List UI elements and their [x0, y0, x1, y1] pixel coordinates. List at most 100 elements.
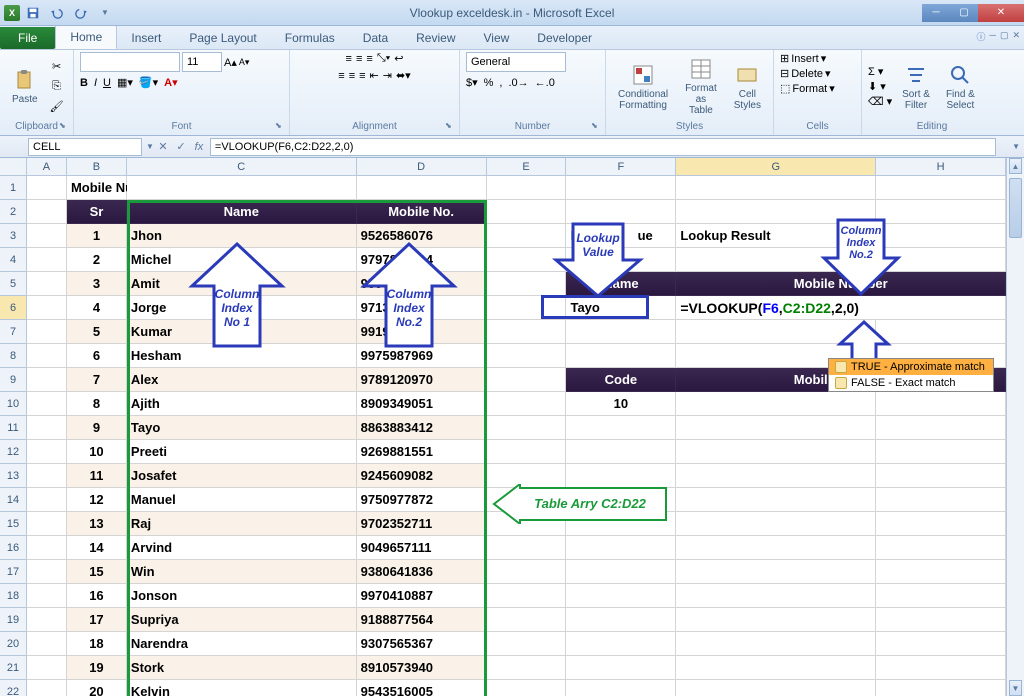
align-left-icon[interactable]: ≡ — [338, 70, 344, 82]
cell[interactable] — [876, 512, 1006, 536]
cell[interactable] — [27, 488, 67, 512]
cell[interactable] — [876, 608, 1006, 632]
cancel-formula-button[interactable]: ✕ — [154, 138, 172, 156]
table-cell-sr[interactable]: 10 — [67, 440, 127, 464]
table-cell-sr[interactable]: 7 — [67, 368, 127, 392]
cell[interactable] — [487, 632, 567, 656]
dialog-launcher[interactable]: ⬊ — [445, 121, 457, 133]
table-cell-name[interactable]: Narendra — [127, 632, 357, 656]
cell[interactable] — [487, 224, 567, 248]
table-cell-name[interactable]: Kelvin — [127, 680, 357, 696]
cell[interactable] — [566, 632, 676, 656]
orientation-icon[interactable]: ⤡▾ — [377, 52, 390, 65]
cell[interactable] — [566, 320, 676, 344]
cell[interactable] — [487, 392, 567, 416]
table-cell-sr[interactable]: 4 — [67, 296, 127, 320]
enter-formula-button[interactable]: ✓ — [172, 138, 190, 156]
cell[interactable] — [876, 488, 1006, 512]
tab-page-layout[interactable]: Page Layout — [175, 27, 270, 49]
col-header[interactable]: B — [67, 158, 127, 176]
row-header[interactable]: 14 — [0, 488, 27, 512]
row-header[interactable]: 19 — [0, 608, 27, 632]
col-header[interactable]: H — [876, 158, 1006, 176]
table-cell-name[interactable]: Arvind — [127, 536, 357, 560]
cell[interactable] — [566, 176, 676, 200]
wrap-text-icon[interactable]: ↩ — [394, 52, 403, 65]
table-cell-mobile[interactable]: 9750977872 — [357, 488, 487, 512]
dialog-launcher[interactable]: ⬊ — [275, 121, 287, 133]
row-header[interactable]: 18 — [0, 584, 27, 608]
table-cell-sr[interactable]: 2 — [67, 248, 127, 272]
fill-color-icon[interactable]: 🪣▾ — [139, 76, 158, 89]
cell[interactable] — [876, 392, 1006, 416]
cell[interactable] — [876, 416, 1006, 440]
cell[interactable] — [487, 368, 567, 392]
table-cell-name[interactable]: Jonson — [127, 584, 357, 608]
cell[interactable] — [487, 656, 567, 680]
cell[interactable] — [487, 176, 567, 200]
cell[interactable] — [676, 608, 876, 632]
table-cell-name[interactable]: Michel — [127, 248, 357, 272]
table-cell-mobile[interactable]: 9049657111 — [357, 536, 487, 560]
cell[interactable] — [27, 200, 67, 224]
tab-data[interactable]: Data — [349, 27, 402, 49]
align-center-icon[interactable]: ≡ — [349, 70, 355, 82]
table-cell-name[interactable]: Kumar — [127, 320, 357, 344]
col-header[interactable]: G — [676, 158, 876, 176]
right-header[interactable]: Mobile Number — [676, 272, 1006, 296]
cell[interactable] — [566, 680, 676, 696]
cell[interactable] — [566, 248, 676, 272]
table-cell-sr[interactable]: 1 — [67, 224, 127, 248]
tab-home[interactable]: Home — [55, 25, 117, 49]
cell[interactable] — [676, 632, 876, 656]
cell[interactable] — [27, 176, 67, 200]
merge-center-icon[interactable]: ⬌▾ — [396, 69, 411, 82]
cell[interactable] — [487, 296, 567, 320]
cell[interactable] — [566, 584, 676, 608]
sort-filter-button[interactable]: Sort & Filter — [896, 61, 936, 113]
wb-minimize[interactable]: ─ — [990, 30, 996, 43]
cell[interactable] — [676, 200, 876, 224]
percent-icon[interactable]: % — [484, 77, 494, 89]
comma-icon[interactable]: , — [499, 77, 502, 89]
table-cell-mobile[interactable]: 8910573940 — [357, 656, 487, 680]
namebox-dropdown[interactable]: ▼ — [146, 142, 154, 151]
table-cell-mobile[interactable]: 8863883412 — [357, 416, 487, 440]
table-cell-mobile[interactable]: 9188877564 — [357, 608, 487, 632]
row-header[interactable]: 22 — [0, 680, 27, 696]
row-header[interactable]: 3 — [0, 224, 27, 248]
scroll-thumb[interactable] — [1009, 178, 1022, 238]
cell[interactable] — [566, 536, 676, 560]
vertical-scrollbar[interactable]: ▲ ▼ — [1006, 158, 1024, 696]
cell[interactable] — [876, 560, 1006, 584]
cell[interactable] — [487, 536, 567, 560]
cell-styles-button[interactable]: Cell Styles — [728, 61, 767, 113]
table-cell-sr[interactable]: 20 — [67, 680, 127, 696]
scroll-up-icon[interactable]: ▲ — [1009, 158, 1022, 174]
row-header[interactable]: 12 — [0, 440, 27, 464]
table-cell-mobile[interactable]: 9595405330 — [357, 272, 487, 296]
label-lookup-value[interactable]: Look ue — [566, 224, 676, 248]
table-cell-sr[interactable]: 3 — [67, 272, 127, 296]
cell[interactable] — [566, 656, 676, 680]
cell[interactable] — [876, 536, 1006, 560]
table-cell-mobile[interactable]: 8909349051 — [357, 392, 487, 416]
table-cell-mobile[interactable]: 9702352711 — [357, 512, 487, 536]
table-cell-sr[interactable]: 15 — [67, 560, 127, 584]
table-cell-sr[interactable]: 12 — [67, 488, 127, 512]
table-cell-name[interactable]: Ajith — [127, 392, 357, 416]
code-cell[interactable]: 10 — [566, 392, 676, 416]
title-cell[interactable]: Mobile Number List — [67, 176, 127, 200]
row-header[interactable]: 5 — [0, 272, 27, 296]
table-header[interactable]: Mobile No. — [357, 200, 487, 224]
table-cell-mobile[interactable]: 9307565367 — [357, 632, 487, 656]
copy-icon[interactable]: ⎘ — [48, 78, 66, 96]
cell[interactable] — [676, 464, 876, 488]
autosum-icon[interactable]: Σ ▾ — [868, 65, 892, 78]
table-cell-mobile[interactable]: 9245609082 — [357, 464, 487, 488]
redo-button[interactable] — [70, 3, 92, 23]
cell[interactable] — [487, 248, 567, 272]
row-header[interactable]: 13 — [0, 464, 27, 488]
table-cell-name[interactable]: Alex — [127, 368, 357, 392]
table-header[interactable]: Sr — [67, 200, 127, 224]
